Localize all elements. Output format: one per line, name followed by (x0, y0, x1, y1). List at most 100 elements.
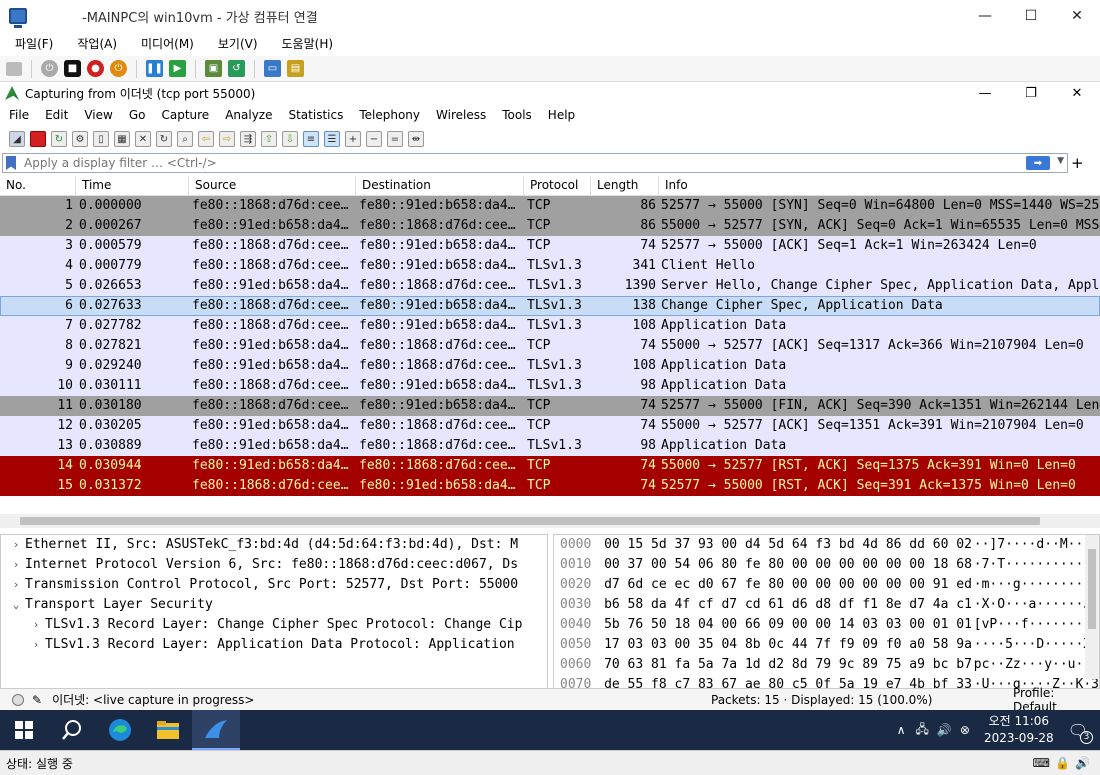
packet-row[interactable]: 3 0.000579 fe80::1868:d76d:cee… fe80::91ed:… (0, 236, 1100, 256)
ws-menu-view[interactable]: View (75, 108, 119, 122)
vm-menu-media[interactable]: 미디어(M) (126, 35, 203, 52)
edge-taskbar-button[interactable] (96, 710, 144, 750)
maximize-button[interactable]: ☐ (1008, 0, 1054, 32)
col-header-length[interactable]: Length (591, 176, 659, 195)
packet-row[interactable]: 11 0.030180 fe80::1868:d76d:cee… fe80::91ed… (0, 396, 1100, 416)
autoscroll-icon[interactable]: ≡ (303, 131, 319, 147)
packet-row[interactable]: 9 0.029240 fe80::91ed:b658:da4… fe80::1868:… (0, 356, 1100, 376)
bytes-row[interactable]: 0020 d7 6d ce ec d0 67 fe 80 00 00 00 00 … (554, 575, 1099, 595)
ws-menu-statistics[interactable]: Statistics (279, 108, 350, 122)
wireshark-taskbar-button[interactable] (192, 710, 240, 750)
start-icon[interactable]: ⏻ (41, 60, 58, 77)
expand-arrow-icon[interactable]: ⌄ (7, 595, 25, 615)
bytes-row[interactable]: 0030 b6 58 da 4f cf d7 cd 61 d6 d8 df f1 … (554, 595, 1099, 615)
expand-arrow-icon[interactable]: › (27, 615, 45, 635)
packet-row[interactable]: 15 0.031372 fe80::1868:d76d:cee… fe80::91ed… (0, 476, 1100, 496)
ctrl-alt-del-icon[interactable] (6, 61, 22, 76)
ws-menu-edit[interactable]: Edit (36, 108, 75, 122)
revert-icon[interactable]: ↺ (228, 60, 245, 77)
packet-row[interactable]: 12 0.030205 fe80::91ed:b658:da4… fe80::1868… (0, 416, 1100, 436)
go-last-icon[interactable]: ⇩ (282, 131, 298, 147)
zoom-in-icon[interactable]: + (345, 131, 361, 147)
shutdown-icon[interactable]: ● (87, 60, 104, 77)
notification-icon[interactable]: 🗨 3 (1068, 721, 1093, 744)
share-icon[interactable]: ▤ (287, 60, 304, 77)
minimize-button[interactable]: — (962, 0, 1008, 32)
col-header-source[interactable]: Source (189, 176, 356, 195)
ws-menu-telephony[interactable]: Telephony (350, 108, 427, 122)
explorer-taskbar-button[interactable] (144, 710, 192, 750)
zoom-out-icon[interactable]: − (366, 131, 382, 147)
expand-arrow-icon[interactable]: › (7, 555, 25, 575)
detail-tree-item[interactable]: › TLSv1.3 Record Layer: Application Data … (1, 635, 547, 655)
ws-menu-help[interactable]: Help (539, 108, 582, 122)
ws-menu-wireless[interactable]: Wireless (427, 108, 493, 122)
open-file-icon[interactable]: ▯ (93, 131, 109, 147)
ime-icon[interactable]: ⊗ (960, 723, 970, 737)
col-header-protocol[interactable]: Protocol (524, 176, 591, 195)
expand-arrow-icon[interactable]: › (7, 575, 25, 595)
bytes-vscrollbar[interactable] (1085, 535, 1099, 679)
capture-options-icon[interactable]: ⚙ (72, 131, 88, 147)
col-header-no[interactable]: No. (0, 176, 76, 195)
go-first-icon[interactable]: ⇧ (261, 131, 277, 147)
go-back-icon[interactable]: ⇦ (198, 131, 214, 147)
filter-dropdown-icon[interactable]: ▼ (1057, 156, 1064, 166)
start-button[interactable] (0, 710, 48, 750)
colorize-icon[interactable]: ☰ (324, 131, 340, 147)
restart-capture-icon[interactable]: ↻ (51, 131, 67, 147)
search-button[interactable] (48, 710, 96, 750)
detail-tree-item[interactable]: ⌄ Transport Layer Security (1, 595, 547, 615)
apply-filter-arrow-icon[interactable]: ➡ (1026, 156, 1050, 170)
ws-menu-analyze[interactable]: Analyze (216, 108, 279, 122)
expand-arrow-icon[interactable]: › (7, 535, 25, 555)
find-packet-icon[interactable]: ⌕ (177, 131, 193, 147)
detail-tree-item[interactable]: › Internet Protocol Version 6, Src: fe80:… (1, 555, 547, 575)
bookmark-icon[interactable] (6, 156, 16, 170)
ws-menu-capture[interactable]: Capture (152, 108, 216, 122)
packet-row[interactable]: 13 0.030889 fe80::91ed:b658:da4… fe80::1868… (0, 436, 1100, 456)
display-filter-input[interactable] (24, 156, 974, 170)
turn-off-icon[interactable]: ■ (64, 60, 81, 77)
ws-menu-go[interactable]: Go (120, 108, 153, 122)
bytes-row[interactable]: 0000 00 15 5d 37 93 00 d4 5d 64 f3 bd 4d … (554, 535, 1099, 555)
col-header-info[interactable]: Info (659, 176, 1100, 195)
close-button[interactable]: ✕ (1054, 0, 1100, 32)
comment-pen-icon[interactable]: ✎ (32, 693, 42, 707)
vm-menu-view[interactable]: 보기(V) (203, 35, 267, 52)
packet-row[interactable]: 6 0.027633 fe80::1868:d76d:cee… fe80::91ed:… (0, 296, 1100, 316)
bytes-row[interactable]: 0040 5b 76 50 18 04 00 66 09 00 00 14 03 … (554, 615, 1099, 635)
col-header-destination[interactable]: Destination (356, 176, 524, 195)
power-icon[interactable]: ⏻ (110, 60, 127, 77)
taskbar-clock[interactable]: 오전 11:06 2023-09-28 (984, 713, 1054, 747)
bytes-row[interactable]: 0060 70 63 81 fa 5a 7a 1d d2 8d 79 9c 89 … (554, 655, 1099, 675)
zoom-reset-icon[interactable]: = (387, 131, 403, 147)
packet-row[interactable]: 4 0.000779 fe80::1868:d76d:cee… fe80::91ed:… (0, 256, 1100, 276)
packet-row[interactable]: 5 0.026653 fe80::91ed:b658:da4… fe80::1868:… (0, 276, 1100, 296)
pause-icon[interactable]: ❚❚ (146, 60, 163, 77)
checkpoint-icon[interactable]: ▣ (205, 60, 222, 77)
go-to-packet-icon[interactable]: ⇶ (240, 131, 256, 147)
detail-tree-item[interactable]: › Transmission Control Protocol, Src Port… (1, 575, 547, 595)
expert-info-icon[interactable] (12, 693, 24, 706)
ws-close-button[interactable]: ✕ (1054, 82, 1100, 104)
bytes-row[interactable]: 0050 17 03 03 00 35 04 8b 0c 44 7f f9 09 … (554, 635, 1099, 655)
vm-menu-action[interactable]: 작업(A) (62, 35, 126, 52)
network-icon[interactable]: 🖧 (916, 720, 929, 741)
start-capture-icon[interactable]: ◢ (9, 131, 25, 147)
packet-list-hscrollbar[interactable] (0, 514, 1100, 528)
tray-overflow-chevron-icon[interactable]: ∧ (897, 723, 906, 737)
packet-row[interactable]: 2 0.000267 fe80::91ed:b658:da4… fe80::1868:… (0, 216, 1100, 236)
resume-icon[interactable]: ▶ (169, 60, 186, 77)
vm-menu-file[interactable]: 파일(F) (0, 35, 62, 52)
packet-row[interactable]: 1 0.000000 fe80::1868:d76d:cee… fe80::91ed:… (0, 196, 1100, 216)
save-file-icon[interactable]: ▦ (114, 131, 130, 147)
detail-tree-item[interactable]: › Ethernet II, Src: ASUSTekC_f3:bd:4d (d4… (1, 535, 547, 555)
ws-restore-button[interactable]: ❐ (1008, 82, 1054, 104)
close-file-icon[interactable]: ✕ (135, 131, 151, 147)
add-filter-button-icon[interactable]: + (1071, 154, 1084, 172)
go-forward-icon[interactable]: ⇨ (219, 131, 235, 147)
bytes-row[interactable]: 0010 00 37 00 54 06 80 fe 80 00 00 00 00 … (554, 555, 1099, 575)
resize-columns-icon[interactable]: ⇹ (408, 131, 424, 147)
detail-tree-item[interactable]: › TLSv1.3 Record Layer: Change Cipher Spe… (1, 615, 547, 635)
